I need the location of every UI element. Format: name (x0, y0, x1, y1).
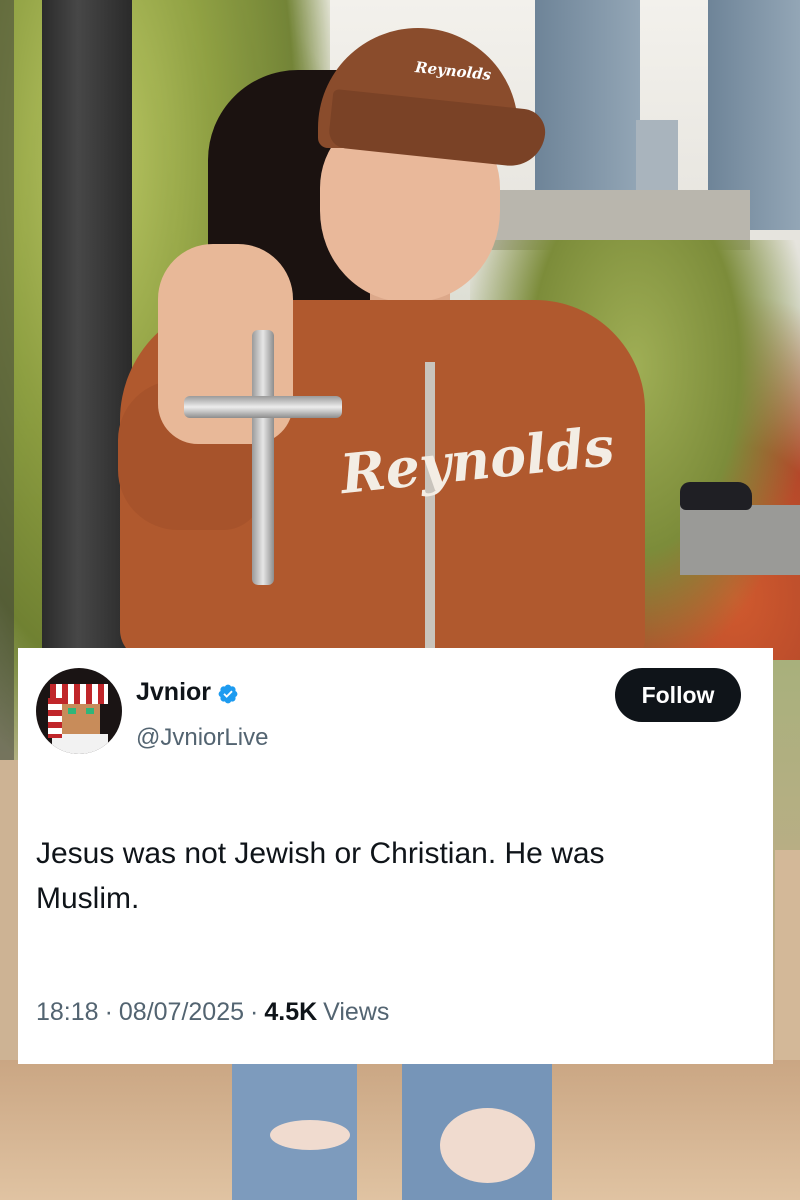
road (680, 505, 800, 575)
avatar-keffiyeh-side (48, 698, 62, 738)
avatar[interactable] (36, 668, 122, 754)
crucifix-icon (252, 330, 274, 585)
jeans-tear (270, 1120, 350, 1150)
tweet-text: Jesus was not Jewish or Christian. He wa… (36, 837, 605, 915)
tweet-meta: 18:18 · 08/07/2025 · 4.5K Views (36, 998, 389, 1027)
follow-button[interactable]: Follow (615, 668, 741, 722)
display-name[interactable]: Jvnior (136, 678, 211, 707)
avatar-eye (86, 708, 94, 714)
building (636, 120, 678, 200)
window-frame (42, 0, 132, 650)
meta-separator: · (250, 998, 259, 1026)
meta-separator: · (104, 998, 113, 1026)
crucifix-crossbar (184, 396, 342, 418)
tweet-date[interactable]: 08/07/2025 (119, 998, 244, 1027)
views-count: 4.5K (264, 998, 318, 1026)
tweet-card: Jvnior @JvniorLive Follow Jesus was not … (18, 648, 773, 1064)
floor (0, 1060, 800, 1200)
car (680, 482, 752, 510)
views-label: Views (323, 998, 390, 1026)
tweet-time[interactable]: 18:18 (36, 998, 99, 1027)
avatar-eye (68, 708, 76, 714)
building (535, 0, 640, 200)
verified-badge-icon (218, 684, 238, 703)
author-name-row[interactable]: Jvnior (136, 678, 239, 707)
handle[interactable]: @JvniorLive (136, 724, 268, 752)
jeans-tear (440, 1108, 535, 1183)
jacket-zipper (425, 362, 435, 652)
